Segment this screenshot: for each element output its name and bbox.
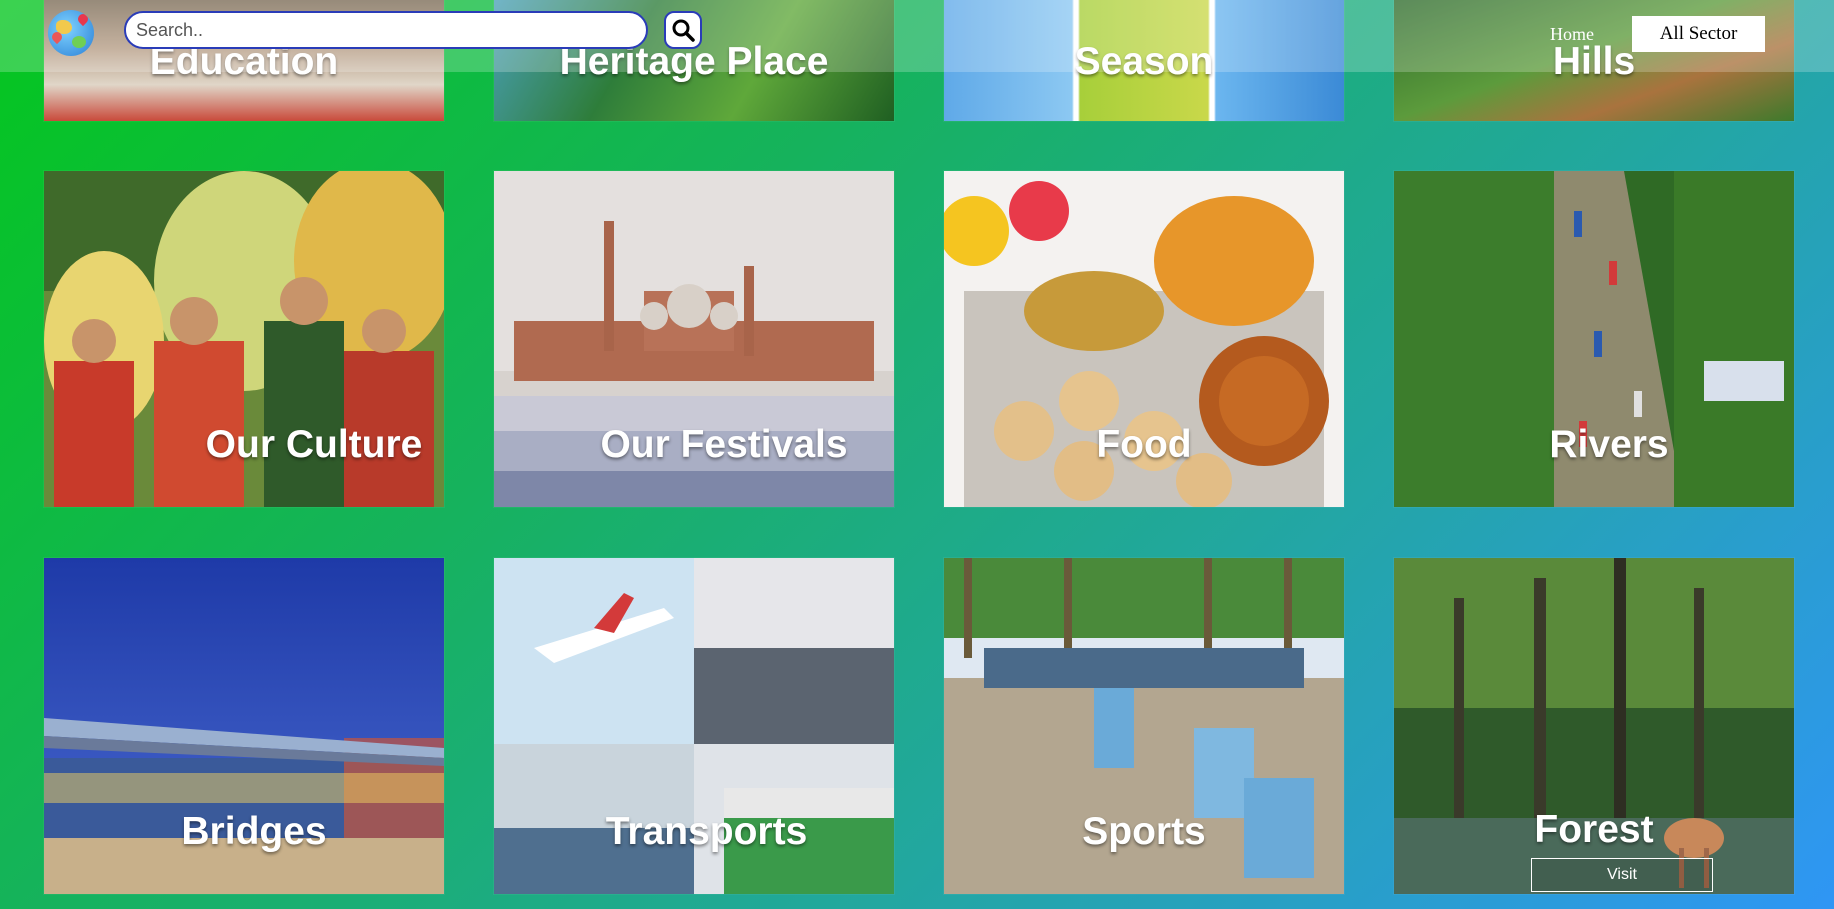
card-bridges[interactable]: Bridges <box>44 558 444 894</box>
card-food[interactable]: Food <box>944 171 1344 507</box>
header-bar: Home All Sector <box>0 0 1834 72</box>
card-our-culture[interactable]: Our Culture <box>44 171 444 507</box>
card-title: Our Culture <box>205 423 423 466</box>
visit-button[interactable]: Visit <box>1531 858 1713 892</box>
card-title: Rivers <box>1549 423 1669 466</box>
search-input[interactable] <box>124 11 648 49</box>
search-button[interactable] <box>664 11 702 49</box>
card-transports[interactable]: Transports <box>494 558 894 894</box>
card-title: Bridges <box>181 810 327 853</box>
search-icon <box>672 19 695 42</box>
card-rivers[interactable]: Rivers <box>1394 171 1794 507</box>
card-title: Forest <box>1534 808 1654 851</box>
card-title: Our Festivals <box>600 423 848 466</box>
card-title: Food <box>1096 423 1192 466</box>
card-forest[interactable]: Forest Visit <box>1394 558 1794 894</box>
card-grid: Education Heritage Place Season Hills Ou <box>0 0 1834 909</box>
all-sector-button[interactable]: All Sector <box>1632 16 1765 52</box>
card-title: Transports <box>605 810 808 853</box>
card-our-festivals[interactable]: Our Festivals <box>494 171 894 507</box>
globe-logo-icon[interactable] <box>48 10 94 56</box>
card-title: Sports <box>1082 810 1206 853</box>
card-sports[interactable]: Sports <box>944 558 1344 894</box>
nav-home-link[interactable]: Home <box>1550 24 1594 45</box>
